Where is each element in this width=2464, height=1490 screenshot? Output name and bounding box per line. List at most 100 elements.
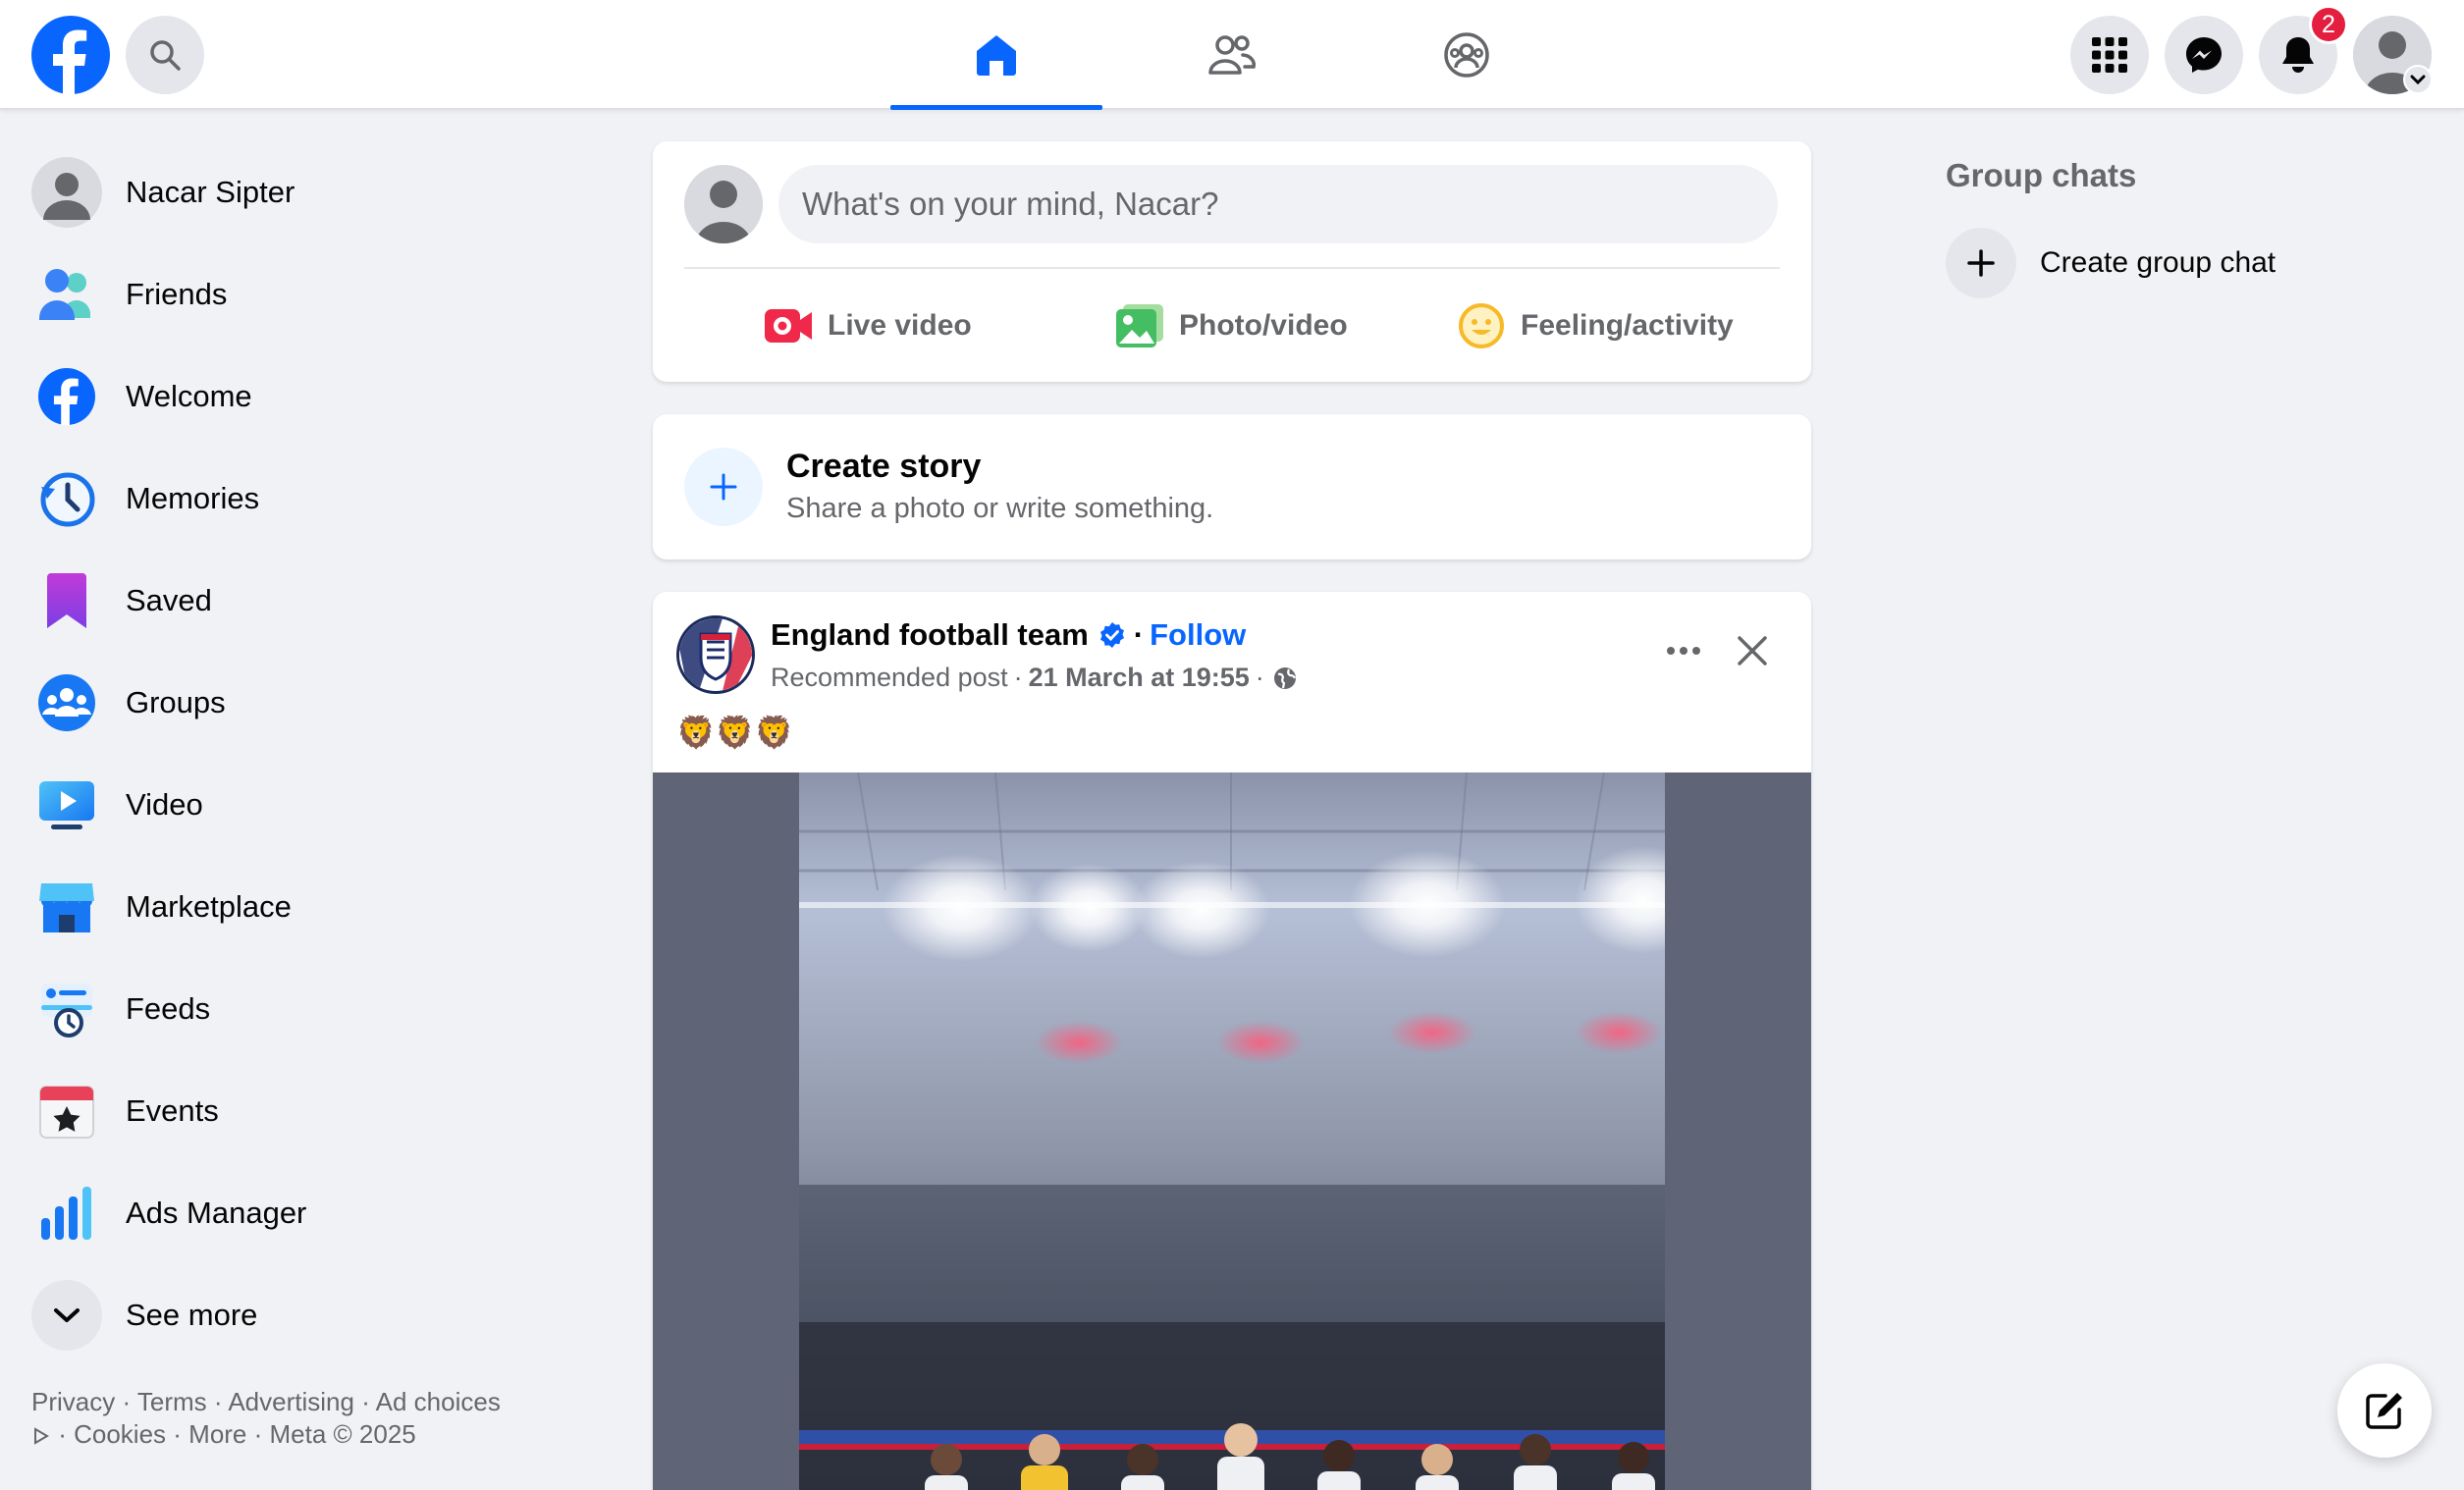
account-caret[interactable] (2403, 65, 2433, 94)
plus-icon (710, 473, 737, 501)
sidebar-item-groups[interactable]: Groups (31, 664, 581, 742)
menu-button[interactable] (2070, 16, 2149, 94)
create-story-subtitle: Share a photo or write something. (786, 493, 1214, 524)
post-photo (799, 772, 1665, 1490)
privacy-link[interactable]: Privacy (31, 1387, 115, 1416)
verified-badge-icon (1099, 622, 1124, 648)
sidebar-item-feeds[interactable]: Feeds (31, 970, 581, 1048)
home-icon (977, 35, 1016, 76)
post-options-button[interactable] (1654, 621, 1713, 680)
new-message-button[interactable] (2337, 1363, 2432, 1458)
sidebar-item-label: Nacar Sipter (126, 175, 295, 209)
avatar[interactable] (684, 165, 763, 243)
sidebar-item-memories[interactable]: Memories (31, 459, 581, 538)
post-author-line: England football team · Follow (771, 617, 1247, 653)
hide-post-button[interactable] (1723, 621, 1782, 680)
meta-copyright: Meta © 2025 (269, 1419, 416, 1449)
feeling-activity-button[interactable]: Feeling/activity (1456, 291, 1734, 361)
memories-clock-icon (40, 472, 95, 527)
tab-friends[interactable] (1126, 0, 1338, 110)
sidebar-item-ads-manager[interactable]: Ads Manager (31, 1174, 581, 1252)
sidebar-item-friends[interactable]: Friends (31, 255, 581, 334)
groups-icon (1444, 32, 1489, 78)
see-more-label: See more (126, 1298, 258, 1332)
sidebar-item-label: Video (126, 787, 203, 822)
post-meta: Recommended post · 21 March at 19:55 · (771, 663, 1298, 693)
tab-home[interactable] (890, 0, 1102, 110)
whats-on-your-mind-input[interactable]: What's on your mind, Nacar? (778, 165, 1778, 243)
create-story-title: Create story (786, 448, 982, 485)
see-more-button[interactable]: See more (31, 1276, 581, 1355)
sidebar-item-label: Saved (126, 583, 212, 617)
ad-choices-link[interactable]: Ad choices (376, 1387, 501, 1416)
messenger-icon (2186, 37, 2222, 73)
sidebar-item-label: Friends (126, 277, 228, 311)
sidebar-item-welcome[interactable]: Welcome (31, 357, 581, 436)
ads-manager-icon (41, 1187, 91, 1240)
sidebar-item-saved[interactable]: Saved (31, 561, 581, 640)
chevron-down-icon (54, 1308, 80, 1322)
follow-button[interactable]: Follow (1150, 617, 1246, 653)
footer-links: Privacy · Terms · Advertising · Ad choic… (31, 1387, 501, 1449)
sidebar-item-profile[interactable]: Nacar Sipter (31, 153, 581, 232)
post-media[interactable] (653, 772, 1811, 1490)
sidebar-item-label: Welcome (126, 379, 252, 413)
advertising-link[interactable]: Advertising (228, 1387, 354, 1416)
recommended-label: Recommended post (771, 663, 1008, 692)
feeling-activity-label: Feeling/activity (1521, 309, 1734, 342)
live-video-button[interactable]: Live video (763, 291, 972, 361)
search-icon (150, 40, 181, 71)
notification-count-badge: 2 (2309, 5, 2348, 44)
top-navigation-bar: 2 (0, 0, 2464, 110)
post-author-name[interactable]: England football team (771, 617, 1089, 653)
group-chats-heading: Group chats (1946, 157, 2137, 193)
divider (684, 267, 1780, 269)
sidebar-item-events[interactable]: Events (31, 1072, 581, 1150)
bell-icon (2282, 37, 2314, 73)
friends-icon (39, 269, 90, 320)
photo-icon (1116, 304, 1163, 347)
sidebar-item-label: Ads Manager (126, 1196, 307, 1230)
create-story-card[interactable]: Create story Share a photo or write some… (653, 414, 1811, 559)
close-icon (1738, 636, 1767, 665)
sidebar-item-label: Memories (126, 481, 260, 515)
compose-edit-icon (2366, 1393, 2402, 1429)
sidebar-item-video[interactable]: Video (31, 766, 581, 844)
sidebar-item-label: Events (126, 1093, 219, 1128)
england-crest-icon (679, 618, 752, 691)
friends-icon (1208, 35, 1256, 75)
page-avatar[interactable] (676, 615, 755, 694)
facebook-home-page: 2 Nacar Sipter Friends Welcome Memories … (0, 0, 2464, 1490)
facebook-logo-icon[interactable] (31, 16, 110, 94)
chevron-down-icon (2410, 75, 2426, 85)
events-icon (39, 1086, 94, 1139)
more-link[interactable]: More (188, 1419, 246, 1449)
post-timestamp[interactable]: 21 March at 19:55 (1029, 663, 1250, 693)
avatar-icon (31, 157, 102, 228)
create-story-button[interactable] (684, 448, 763, 526)
post-composer: What's on your mind, Nacar? Live video P… (653, 141, 1811, 382)
groups-icon (38, 674, 95, 731)
photo-video-button[interactable]: Photo/video (1114, 291, 1348, 361)
tab-groups[interactable] (1361, 0, 1573, 110)
avatar-icon (684, 165, 763, 243)
smiley-icon (1459, 303, 1504, 348)
avatar (31, 157, 102, 228)
globe-icon (1273, 666, 1296, 689)
post-text: 🦁🦁🦁 (676, 715, 794, 750)
active-tab-indicator (890, 105, 1102, 110)
messenger-button[interactable] (2165, 16, 2243, 94)
cookies-link[interactable]: Cookies (74, 1419, 166, 1449)
bookmark-icon (47, 573, 86, 628)
sidebar-item-marketplace[interactable]: Marketplace (31, 868, 581, 946)
create-group-chat-button[interactable]: Create group chat (1946, 226, 2437, 300)
more-horizontal-icon (1667, 647, 1700, 655)
terms-link[interactable]: Terms (137, 1387, 207, 1416)
video-icon (39, 781, 94, 829)
live-video-label: Live video (828, 309, 972, 342)
ad-choices-icon (34, 1427, 49, 1445)
search-button[interactable] (126, 16, 204, 94)
stadium-team-photo (799, 772, 1665, 1490)
facebook-logo-icon (38, 368, 95, 425)
plus-icon (1967, 249, 1995, 277)
